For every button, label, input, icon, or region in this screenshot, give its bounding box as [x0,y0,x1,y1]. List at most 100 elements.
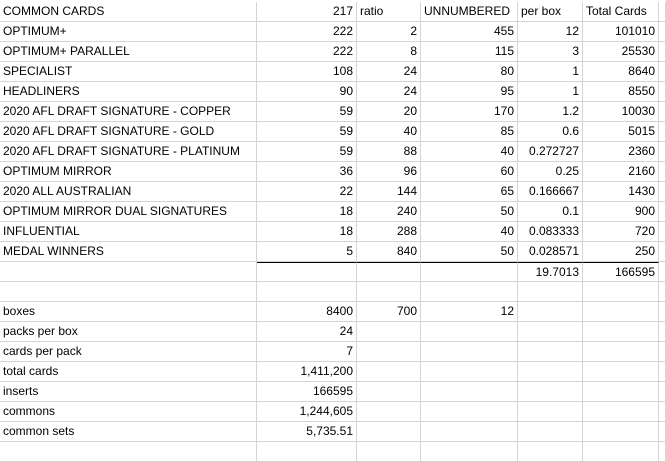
insert-name[interactable]: MEDAL WINNERS [0,242,257,262]
packs-per-box-label[interactable]: packs per box [0,322,257,342]
insert-name[interactable]: 2020 AFL DRAFT SIGNATURE - GOLD [0,122,257,142]
insert-total-cards[interactable]: 8550 [583,82,659,102]
insert-name[interactable]: INFLUENTIAL [0,222,257,242]
insert-per-box[interactable]: 0.1 [518,202,583,222]
insert-total-cards[interactable]: 101010 [583,22,659,42]
insert-ratio[interactable]: 96 [357,162,421,182]
insert-per-box[interactable]: 0.272727 [518,142,583,162]
insert-count[interactable]: 108 [257,62,357,82]
insert-total-cards[interactable]: 2160 [583,162,659,182]
insert-per-box[interactable]: 1.2 [518,102,583,122]
empty-cell[interactable] [659,242,666,262]
header-common-count[interactable]: 217 [257,2,357,22]
empty-cell[interactable] [518,302,583,322]
insert-count[interactable]: 59 [257,122,357,142]
insert-ratio[interactable]: 8 [357,42,421,62]
empty-cell[interactable] [583,302,659,322]
insert-name[interactable]: 2020 AFL DRAFT SIGNATURE - COPPER [0,102,257,122]
empty-cell[interactable] [0,262,257,282]
empty-cell[interactable] [583,322,659,342]
insert-name[interactable]: 2020 AFL DRAFT SIGNATURE - PLATINUM [0,142,257,162]
header-ratio[interactable]: ratio [357,2,421,22]
empty-cell[interactable] [357,362,421,382]
insert-count[interactable]: 222 [257,42,357,62]
empty-cell[interactable] [357,382,421,402]
empty-cell[interactable] [518,322,583,342]
insert-name[interactable]: SPECIALIST [0,62,257,82]
empty-cell[interactable] [357,442,421,462]
empty-cell[interactable] [659,122,666,142]
insert-per-box[interactable]: 3 [518,42,583,62]
boxes-value-3[interactable]: 12 [421,302,518,322]
insert-name[interactable]: OPTIMUM+ [0,22,257,42]
insert-count[interactable]: 18 [257,222,357,242]
empty-cell[interactable] [583,382,659,402]
insert-total-cards[interactable]: 1430 [583,182,659,202]
insert-count[interactable]: 36 [257,162,357,182]
insert-unnumbered[interactable]: 50 [421,202,518,222]
empty-cell[interactable] [659,422,666,442]
common-sets-value[interactable]: 5,735.51 [257,422,357,442]
empty-cell[interactable] [518,442,583,462]
empty-cell[interactable] [659,202,666,222]
insert-name[interactable]: HEADLINERS [0,82,257,102]
empty-cell[interactable] [659,442,666,462]
empty-cell[interactable] [583,422,659,442]
per-box-total[interactable]: 19.7013 [518,262,583,282]
insert-name[interactable]: 2020 ALL AUSTRALIAN [0,182,257,202]
boxes-value[interactable]: 8400 [257,302,357,322]
empty-cell[interactable] [0,442,257,462]
total-cards-label[interactable]: total cards [0,362,257,382]
empty-cell[interactable] [659,262,666,282]
insert-unnumbered[interactable]: 115 [421,42,518,62]
empty-cell[interactable] [583,282,659,302]
insert-per-box[interactable]: 0.028571 [518,242,583,262]
empty-cell[interactable] [421,382,518,402]
insert-name[interactable]: OPTIMUM+ PARALLEL [0,42,257,62]
insert-count[interactable]: 5 [257,242,357,262]
empty-cell[interactable] [583,342,659,362]
empty-cell[interactable] [518,402,583,422]
boxes-value-2[interactable]: 700 [357,302,421,322]
empty-cell[interactable] [257,282,357,302]
empty-cell[interactable] [583,402,659,422]
empty-cell[interactable] [257,262,357,282]
insert-count[interactable]: 59 [257,102,357,122]
commons-value[interactable]: 1,244,605 [257,402,357,422]
insert-per-box[interactable]: 0.166667 [518,182,583,202]
insert-ratio[interactable]: 40 [357,122,421,142]
empty-cell[interactable] [518,342,583,362]
common-sets-label[interactable]: common sets [0,422,257,442]
insert-count[interactable]: 18 [257,202,357,222]
empty-cell[interactable] [518,382,583,402]
insert-ratio[interactable]: 288 [357,222,421,242]
insert-ratio[interactable]: 144 [357,182,421,202]
insert-total-cards[interactable]: 720 [583,222,659,242]
insert-total-cards[interactable]: 5015 [583,122,659,142]
inserts-value[interactable]: 166595 [257,382,357,402]
empty-cell[interactable] [518,362,583,382]
empty-cell[interactable] [659,22,666,42]
empty-cell[interactable] [421,402,518,422]
empty-cell[interactable] [421,422,518,442]
insert-per-box[interactable]: 0.083333 [518,222,583,242]
empty-cell[interactable] [659,162,666,182]
insert-unnumbered[interactable]: 50 [421,242,518,262]
insert-ratio[interactable]: 88 [357,142,421,162]
empty-cell[interactable] [357,322,421,342]
header-total-cards[interactable]: Total Cards [583,2,659,22]
empty-cell[interactable] [0,282,257,302]
total-cards-value[interactable]: 1,411,200 [257,362,357,382]
insert-unnumbered[interactable]: 40 [421,142,518,162]
empty-cell[interactable] [659,342,666,362]
insert-unnumbered[interactable]: 80 [421,62,518,82]
empty-cell[interactable] [421,442,518,462]
empty-cell[interactable] [659,302,666,322]
empty-cell[interactable] [659,62,666,82]
insert-name[interactable]: OPTIMUM MIRROR DUAL SIGNATURES [0,202,257,222]
empty-cell[interactable] [583,442,659,462]
empty-cell[interactable] [518,282,583,302]
empty-cell[interactable] [583,362,659,382]
insert-per-box[interactable]: 0.6 [518,122,583,142]
insert-count[interactable]: 90 [257,82,357,102]
